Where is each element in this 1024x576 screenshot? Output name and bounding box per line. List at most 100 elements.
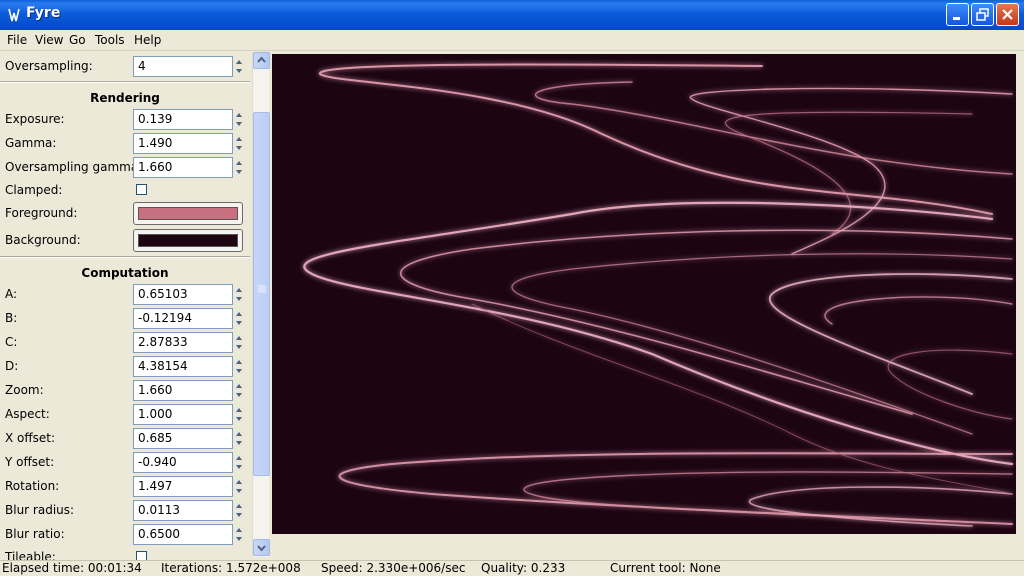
render-canvas[interactable] [272, 54, 1016, 534]
spinner-arrows-icon[interactable] [234, 109, 244, 130]
c-spinner[interactable]: 2.87833 [133, 332, 244, 353]
oversampling-gamma-input[interactable]: 1.660 [133, 157, 233, 178]
gamma-input[interactable]: 1.490 [133, 133, 233, 154]
oversampling-gamma-spinner[interactable]: 1.660 [133, 157, 244, 178]
aspect-spinner[interactable]: 1.000 [133, 404, 244, 425]
scroll-down-button[interactable] [253, 539, 270, 556]
foreground-color-button[interactable] [133, 202, 243, 225]
param-row-background: Background: [0, 228, 250, 252]
param-label: Rotation: [5, 479, 60, 493]
d-spinner[interactable]: 4.38154 [133, 356, 244, 377]
spinner-arrows-icon[interactable] [234, 500, 244, 521]
oversampling-spinner[interactable]: 4 [133, 56, 244, 77]
param-row-y-offset: Y offset: -0.940 [0, 450, 250, 474]
status-bar: Elapsed time: 00:01:34 Iterations: 1.572… [0, 560, 1024, 576]
foreground-swatch [138, 207, 238, 220]
aspect-input[interactable]: 1.000 [133, 404, 233, 425]
scroll-up-button[interactable] [253, 52, 270, 69]
spinner-arrows-icon[interactable] [234, 428, 244, 449]
menu-tools[interactable]: Tools [95, 33, 125, 47]
a-spinner[interactable]: 0.65103 [133, 284, 244, 305]
spinner-arrows-icon[interactable] [234, 476, 244, 497]
spinner-arrows-icon[interactable] [234, 452, 244, 473]
param-label: D: [5, 359, 19, 373]
spinner-arrows-icon[interactable] [234, 404, 244, 425]
param-label: Tileable: [5, 550, 56, 560]
menu-file[interactable]: File [7, 33, 27, 47]
x-offset-input[interactable]: 0.685 [133, 428, 233, 449]
restore-icon [976, 8, 989, 21]
title-bar[interactable]: Fyre [0, 0, 1024, 30]
minimize-icon [953, 17, 960, 20]
gamma-spinner[interactable]: 1.490 [133, 133, 244, 154]
blur-radius-input[interactable]: 0.0113 [133, 500, 233, 521]
param-row-b: B: -0.12194 [0, 306, 250, 330]
x-offset-spinner[interactable]: 0.685 [133, 428, 244, 449]
tileable-checkbox[interactable] [136, 551, 147, 560]
spinner-arrows-icon[interactable] [234, 524, 244, 545]
spinner-arrows-icon[interactable] [234, 284, 244, 305]
exposure-spinner[interactable]: 0.139 [133, 109, 244, 130]
close-button[interactable] [996, 3, 1019, 26]
y-offset-input[interactable]: -0.940 [133, 452, 233, 473]
fractal-image [272, 54, 1016, 534]
param-label: Oversampling: [5, 59, 93, 73]
param-row-zoom: Zoom: 1.660 [0, 378, 250, 402]
rotation-input[interactable]: 1.497 [133, 476, 233, 497]
rotation-spinner[interactable]: 1.497 [133, 476, 244, 497]
b-input[interactable]: -0.12194 [133, 308, 233, 329]
spinner-arrows-icon[interactable] [234, 133, 244, 154]
menu-help[interactable]: Help [134, 33, 161, 47]
a-input[interactable]: 0.65103 [133, 284, 233, 305]
spinner-arrows-icon[interactable] [234, 308, 244, 329]
close-icon [1002, 9, 1013, 20]
current-tool: Current tool: None [610, 561, 721, 575]
exposure-input[interactable]: 0.139 [133, 109, 233, 130]
menu-view[interactable]: View [35, 33, 63, 47]
b-spinner[interactable]: -0.12194 [133, 308, 244, 329]
param-row-rotation: Rotation: 1.497 [0, 474, 250, 498]
param-row-gamma: Gamma: 1.490 [0, 131, 250, 155]
spinner-arrows-icon[interactable] [234, 332, 244, 353]
spinner-arrows-icon[interactable] [234, 356, 244, 377]
blur-radius-spinner[interactable]: 0.0113 [133, 500, 244, 521]
window-title: Fyre [26, 5, 61, 21]
spinner-arrows-icon[interactable] [234, 380, 244, 401]
menu-go[interactable]: Go [69, 33, 86, 47]
param-label: Background: [5, 233, 81, 247]
param-label: Aspect: [5, 407, 50, 421]
speed-readout: Speed: 2.330e+006/sec [321, 561, 466, 575]
y-offset-spinner[interactable]: -0.940 [133, 452, 244, 473]
param-row-tileable: Tileable: [0, 545, 250, 560]
param-label: C: [5, 335, 18, 349]
section-divider [0, 256, 250, 258]
clamped-checkbox[interactable] [136, 184, 147, 195]
panel-scrollbar[interactable] [252, 52, 270, 557]
grip-icon [258, 285, 266, 293]
param-label: Exposure: [5, 112, 65, 126]
param-label: Gamma: [5, 136, 57, 150]
param-label: Zoom: [5, 383, 44, 397]
param-row-d: D: 4.38154 [0, 354, 250, 378]
blur-ratio-spinner[interactable]: 0.6500 [133, 524, 244, 545]
spinner-arrows-icon[interactable] [234, 56, 244, 77]
param-label: A: [5, 287, 18, 301]
section-divider [0, 81, 250, 83]
restore-button[interactable] [971, 3, 994, 26]
param-row-oversampling: Oversampling: 4 [0, 54, 250, 78]
zoom-input[interactable]: 1.660 [133, 380, 233, 401]
d-input[interactable]: 4.38154 [133, 356, 233, 377]
background-color-button[interactable] [133, 229, 243, 252]
param-row-blur-radius: Blur radius: 0.0113 [0, 498, 250, 522]
c-input[interactable]: 2.87833 [133, 332, 233, 353]
param-row-exposure: Exposure: 0.139 [0, 107, 250, 131]
rendering-section-title: Rendering [90, 91, 160, 105]
elapsed-time: Elapsed time: 00:01:34 [2, 561, 142, 575]
arrow-up-icon [257, 56, 266, 63]
blur-ratio-input[interactable]: 0.6500 [133, 524, 233, 545]
oversampling-input[interactable]: 4 [133, 56, 233, 77]
zoom-spinner[interactable]: 1.660 [133, 380, 244, 401]
scroll-thumb[interactable] [253, 112, 270, 476]
spinner-arrows-icon[interactable] [234, 157, 244, 178]
minimize-button[interactable] [946, 3, 969, 26]
